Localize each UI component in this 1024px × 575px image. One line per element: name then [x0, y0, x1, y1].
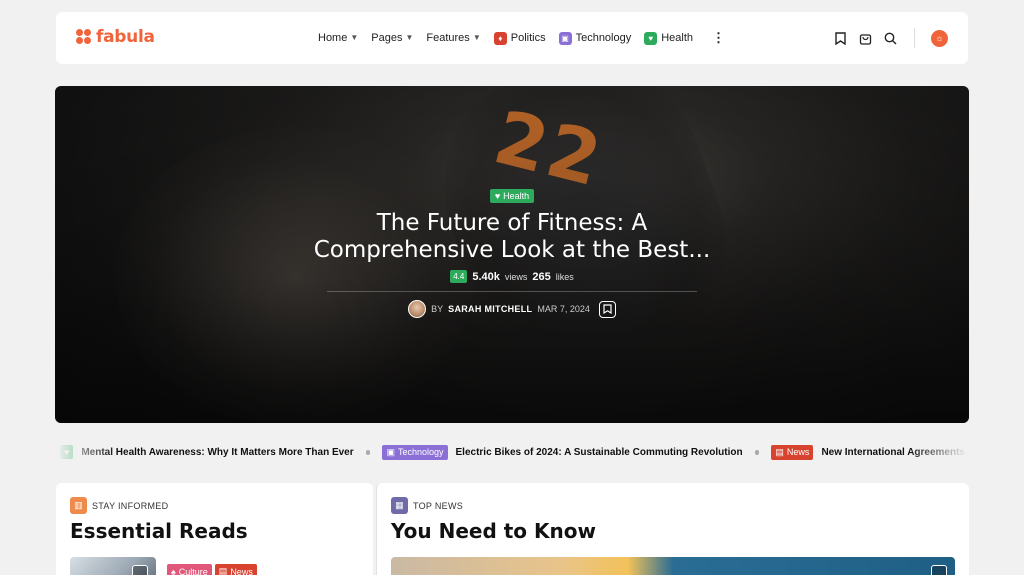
section-eyebrow: ▦ TOP NEWS [391, 497, 463, 514]
hero-title-text: The Future of Fitness: A Comprehensive L… [313, 210, 711, 263]
section-eyebrow-label: TOP NEWS [413, 500, 464, 511]
more-vertical-icon[interactable]: ⋮ [712, 30, 725, 46]
likes-label: likes [555, 271, 574, 282]
rating-badge: 4.4 [450, 270, 468, 283]
nav-politics[interactable]: ♦ Politics [493, 31, 546, 45]
section-title: You Need to Know [391, 519, 596, 543]
chip-icon: ▣ [386, 446, 395, 457]
bookmark-icon[interactable] [132, 565, 148, 575]
views-count: 5.40k [472, 270, 500, 283]
views-label: views [504, 271, 528, 282]
flame-icon: ♦ [493, 31, 507, 45]
category-chip-culture[interactable]: ♠ Culture [167, 564, 212, 575]
nav-health[interactable]: ♥ Health [644, 31, 694, 45]
nav-technology-label: Technology [575, 32, 632, 44]
ticker-item-title[interactable]: Electric Bikes of 2024: A Sustainable Co… [456, 447, 743, 458]
culture-icon: ♠ [171, 566, 176, 575]
nav-pages[interactable]: Pages ▼ [371, 32, 413, 44]
chip-icon: ▣ [558, 31, 572, 45]
ticker-separator [754, 449, 760, 455]
logo-icon [76, 29, 92, 45]
chevron-down-icon: ▼ [405, 32, 414, 42]
chip-label: News [230, 566, 253, 575]
author-name[interactable]: SARAH MITCHELL [448, 304, 532, 314]
author-avatar[interactable] [408, 300, 427, 318]
nav-features-label: Features [426, 32, 470, 44]
news-icon: ▤ [218, 566, 228, 575]
hero-stats: 4.4 5.40k views 265 likes [55, 270, 969, 283]
bookmark-icon[interactable] [598, 300, 616, 318]
news-ticker: ♥ Mental Health Awareness: Why It Matter… [60, 443, 965, 461]
post-categories: ♠ Culture ▤ News [167, 564, 257, 575]
post-thumbnail[interactable] [70, 557, 156, 575]
heart-icon: ♥ [494, 191, 501, 201]
site-logo[interactable]: fabula [76, 27, 155, 47]
bookmark-icon[interactable] [833, 31, 848, 46]
chip-label: Culture [178, 566, 208, 575]
theme-toggle-icon[interactable]: ☼ [931, 29, 948, 47]
section-top-news: ▦ TOP NEWS You Need to Know [376, 483, 969, 575]
section-title: Essential Reads [70, 519, 248, 543]
search-icon[interactable] [883, 31, 898, 46]
main-nav: Home ▼ Pages ▼ Features ▼ ♦ Politics ▣ T… [318, 12, 725, 64]
hero-title[interactable]: The Future of Fitness: A Comprehensive L… [55, 210, 969, 264]
ticker-category-label: News [786, 447, 810, 457]
likes-count: 265 [532, 270, 551, 283]
post-date: MAR 7, 2024 [537, 304, 590, 314]
header-actions: ☼ [833, 12, 948, 64]
ticker-fade-left [56, 440, 116, 464]
hero-featured-post[interactable]: 22 ♥ Health The Future of Fitness: A Com… [55, 86, 969, 423]
newspaper-icon: ▦ [391, 497, 408, 514]
hero-category-badge[interactable]: ♥ Health [489, 189, 535, 203]
nav-features[interactable]: Features ▼ [426, 32, 480, 44]
ticker-separator [365, 449, 371, 455]
nav-home[interactable]: Home ▼ [318, 32, 358, 44]
ticker-category-technology[interactable]: ▣ Technology [382, 444, 448, 460]
hero-byline: BY SARAH MITCHELL MAR 7, 2024 [55, 300, 969, 318]
book-icon: ▥ [70, 497, 87, 514]
nav-technology[interactable]: ▣ Technology [558, 31, 632, 45]
header-divider [914, 28, 915, 48]
section-eyebrow: ▥ STAY INFORMED [70, 497, 168, 514]
ticker-fade-right [908, 440, 968, 464]
logo-text: fabula [96, 27, 155, 47]
chevron-down-icon: ▼ [472, 32, 481, 42]
byline-prefix: BY [431, 304, 444, 314]
nav-politics-label: Politics [510, 32, 546, 44]
ticker-category-news[interactable]: ▤ News [771, 444, 814, 460]
nav-health-label: Health [661, 32, 694, 44]
section-essential-reads: ▥ STAY INFORMED Essential Reads ♠ Cultur… [56, 483, 373, 575]
cart-icon[interactable] [858, 31, 873, 46]
hero-category-label: Health [503, 191, 530, 201]
site-header: fabula Home ▼ Pages ▼ Features ▼ ♦ Polit… [56, 12, 968, 64]
bookmark-icon[interactable] [931, 565, 947, 575]
ticker-category-label: Technology [397, 447, 444, 457]
ticker-item-title[interactable]: Mental Health Awareness: Why It Matters … [81, 447, 353, 458]
post-thumbnail[interactable] [391, 557, 955, 575]
category-chip-news[interactable]: ▤ News [214, 564, 257, 575]
nav-pages-label: Pages [371, 32, 403, 44]
heart-icon: ♥ [644, 31, 658, 45]
section-eyebrow-label: STAY INFORMED [92, 500, 169, 511]
chevron-down-icon: ▼ [350, 32, 359, 42]
hero-divider [327, 291, 697, 292]
news-icon: ▤ [775, 446, 784, 457]
hero-content: ♥ Health The Future of Fitness: A Compre… [55, 186, 969, 318]
nav-home-label: Home [318, 32, 348, 44]
